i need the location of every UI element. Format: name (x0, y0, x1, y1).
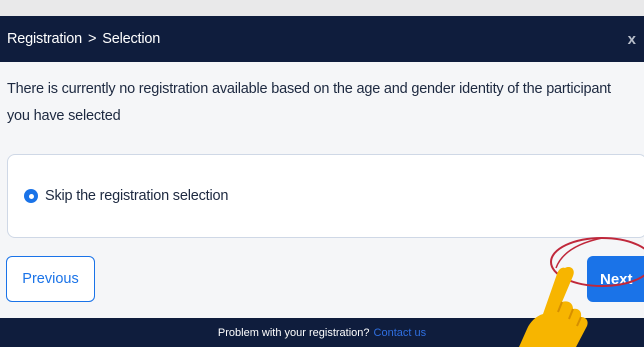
breadcrumb: Registration > Selection (7, 31, 160, 47)
footer-text: Problem with your registration? (217, 326, 370, 339)
breadcrumb-separator: > (87, 31, 97, 47)
radio-selected-icon[interactable] (24, 189, 38, 203)
no-registration-message: There is currently no registration avail… (7, 81, 611, 124)
breadcrumb-registration[interactable]: Registration (7, 31, 82, 47)
registration-modal: Registration > Selection x There is curr… (0, 16, 644, 347)
help-footer: Problem with your registration? Contact … (0, 318, 644, 347)
modal-header: Registration > Selection x (0, 16, 644, 62)
contact-us-link[interactable]: Contact us (374, 327, 427, 339)
skip-registration-option[interactable]: Skip the registration selection (7, 154, 644, 238)
option-label: Skip the registration selection (45, 188, 229, 204)
next-button[interactable]: Next (587, 256, 644, 302)
close-icon[interactable]: x (628, 31, 636, 48)
breadcrumb-selection: Selection (102, 31, 161, 47)
previous-button[interactable]: Previous (6, 256, 95, 302)
